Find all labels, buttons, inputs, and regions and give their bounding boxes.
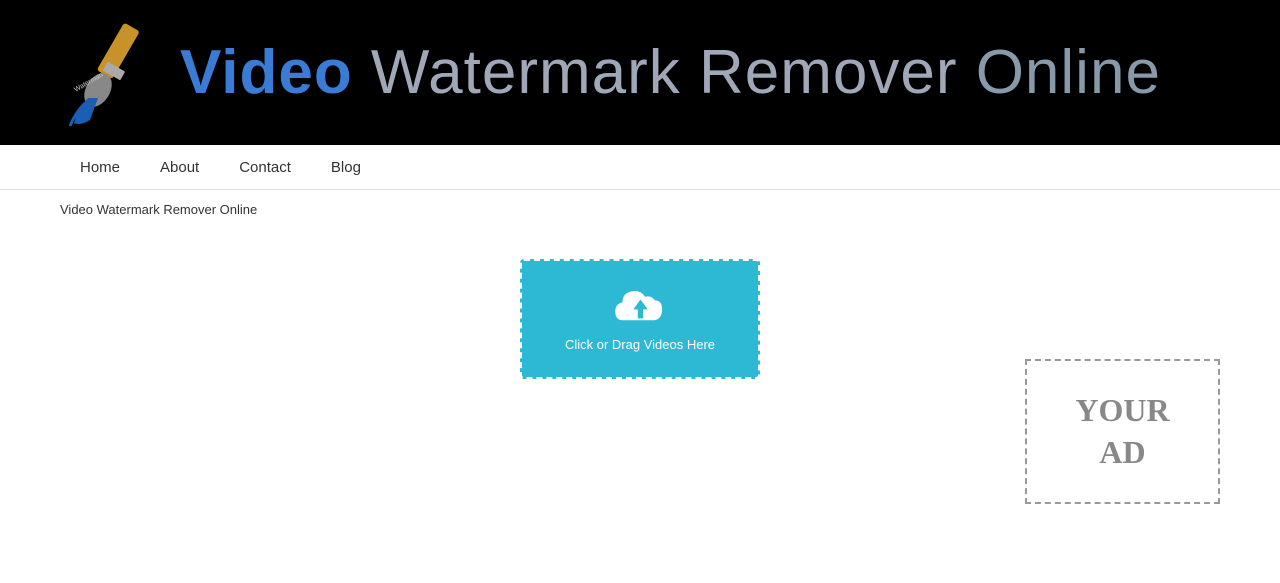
logo-video-word: Video <box>180 38 353 107</box>
upload-label: Click or Drag Videos Here <box>565 337 715 352</box>
nav-about[interactable]: About <box>140 145 219 189</box>
breadcrumb-text: Video Watermark Remover Online <box>60 202 257 217</box>
nav-home[interactable]: Home <box>60 145 140 189</box>
logo-middle-text: Watermark Remover <box>353 38 976 107</box>
site-header: Waterman Video Watermark Remover Online <box>0 0 1280 145</box>
logo-icon: Waterman <box>60 18 170 128</box>
upload-cloud-icon <box>613 286 668 331</box>
nav-blog[interactable]: Blog <box>311 145 381 189</box>
logo-online-word: Online <box>976 38 1161 107</box>
main-nav: Home About Contact Blog <box>0 145 1280 190</box>
ad-placeholder: YOUR AD <box>1025 359 1220 504</box>
nav-contact[interactable]: Contact <box>219 145 311 189</box>
main-content: Click or Drag Videos Here YOUR AD <box>0 229 1280 569</box>
breadcrumb: Video Watermark Remover Online <box>0 190 1280 229</box>
site-title: Video Watermark Remover Online <box>180 42 1161 104</box>
ad-text: YOUR AD <box>1075 390 1169 473</box>
upload-drop-area[interactable]: Click or Drag Videos Here <box>520 259 760 379</box>
logo-area: Waterman Video Watermark Remover Online <box>60 18 1161 128</box>
